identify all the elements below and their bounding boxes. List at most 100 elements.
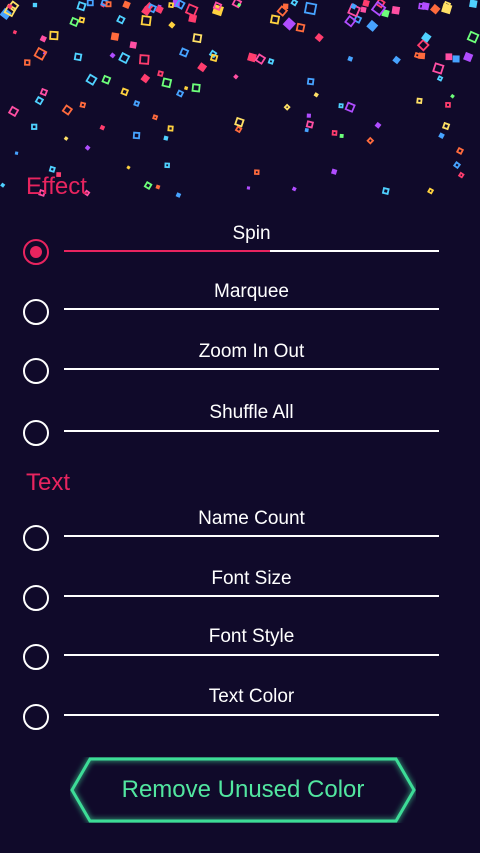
confetti-piece — [120, 87, 130, 97]
option-font-style[interactable]: Font Style — [0, 620, 480, 680]
confetti-piece — [167, 125, 174, 132]
option-slider[interactable] — [64, 368, 439, 370]
confetti-piece — [441, 2, 453, 15]
confetti-piece — [469, 0, 478, 8]
confetti-piece — [445, 102, 451, 108]
option-zoom-in-out[interactable]: Zoom In Out — [0, 335, 480, 395]
confetti-piece — [140, 15, 152, 27]
confetti-piece — [61, 104, 74, 116]
option-slider[interactable] — [64, 595, 439, 597]
confetti-piece — [381, 187, 390, 195]
option-slider[interactable] — [64, 250, 439, 252]
confetti-piece — [33, 46, 48, 61]
confetti-piece — [438, 132, 445, 139]
option-label: Name Count — [198, 508, 305, 529]
confetti-piece — [161, 77, 173, 89]
confetti-piece — [416, 97, 423, 105]
confetti-piece — [338, 103, 344, 109]
confetti-piece — [452, 55, 460, 63]
confetti-piece — [116, 14, 126, 25]
confetti-piece — [132, 131, 141, 140]
confetti-piece — [347, 55, 354, 62]
radio-button[interactable] — [23, 358, 49, 384]
confetti-piece — [254, 169, 260, 175]
option-font-size[interactable]: Font Size — [0, 560, 480, 620]
confetti-piece — [452, 161, 462, 170]
radio-button[interactable] — [23, 420, 49, 446]
confetti-piece — [118, 51, 131, 65]
confetti-piece — [466, 30, 480, 44]
confetti-piece — [122, 0, 131, 10]
confetti-piece — [314, 32, 324, 43]
radio-button[interactable] — [23, 585, 49, 611]
confetti-piece — [330, 168, 338, 175]
radio-button[interactable] — [23, 239, 49, 265]
confetti-piece — [69, 16, 80, 28]
confetti-piece — [155, 184, 161, 190]
option-text-color[interactable]: Text Color — [0, 680, 480, 740]
confetti-piece — [254, 53, 267, 65]
confetti-piece — [140, 73, 151, 84]
confetti-piece — [7, 105, 20, 118]
radio-button[interactable] — [23, 704, 49, 730]
confetti-piece — [392, 55, 401, 65]
option-slider[interactable] — [64, 535, 439, 537]
confetti-piece — [331, 130, 338, 136]
confetti-piece — [463, 51, 474, 63]
confetti-piece — [290, 0, 299, 7]
option-marquee[interactable]: Marquee — [0, 275, 480, 335]
confetti-piece — [234, 116, 245, 128]
option-name-count[interactable]: Name Count — [0, 500, 480, 560]
confetti-piece — [76, 1, 87, 12]
option-slider[interactable] — [64, 308, 439, 310]
confetti-piece — [49, 30, 59, 41]
confetti-piece — [306, 77, 315, 86]
option-spin[interactable]: Spin — [0, 215, 480, 275]
confetti-piece — [73, 52, 83, 62]
confetti-piece — [168, 21, 176, 29]
confetti-piece — [34, 95, 45, 106]
confetti-piece — [31, 123, 38, 130]
confetti-piece — [99, 124, 106, 131]
remove-unused-color-button[interactable]: Remove Unused Color — [70, 757, 416, 823]
button-label: Remove Unused Color — [121, 776, 365, 803]
confetti-piece — [197, 62, 208, 73]
confetti-piece — [23, 59, 31, 66]
confetti-piece — [269, 14, 281, 25]
option-label: Font Style — [208, 626, 295, 647]
confetti-piece — [295, 22, 306, 33]
confetti-piece — [432, 62, 445, 75]
confetti-piece — [0, 182, 6, 188]
section-title-text: Text — [26, 469, 71, 496]
option-shuffle-all[interactable]: Shuffle All — [0, 395, 480, 455]
option-slider[interactable] — [64, 430, 439, 432]
confetti-piece — [105, 1, 112, 8]
confetti-piece — [441, 121, 451, 131]
confetti-piece — [427, 187, 435, 195]
option-label: Spin — [232, 223, 271, 244]
confetti-piece — [344, 15, 357, 28]
confetti-piece — [184, 3, 199, 17]
confetti-piece — [178, 47, 190, 58]
confetti-piece — [418, 2, 426, 10]
confetti-piece — [436, 75, 444, 82]
confetti-piece — [129, 41, 138, 49]
radio-dot — [30, 246, 42, 258]
radio-button[interactable] — [23, 644, 49, 670]
confetti-piece — [233, 73, 239, 80]
option-slider[interactable] — [64, 714, 439, 716]
confetti-piece — [143, 180, 153, 191]
confetti-piece — [78, 16, 86, 24]
confetti-piece — [282, 17, 296, 31]
option-label: Zoom In Out — [198, 341, 305, 362]
confetti-piece — [85, 73, 98, 86]
confetti-piece — [164, 162, 170, 169]
radio-button[interactable] — [23, 299, 49, 325]
option-slider[interactable] — [64, 654, 439, 656]
confetti-piece — [339, 133, 344, 139]
radio-button[interactable] — [23, 525, 49, 551]
confetti-piece — [413, 51, 421, 59]
confetti-piece — [362, 0, 370, 7]
confetti-piece — [32, 2, 38, 8]
confetti-piece — [283, 103, 291, 111]
